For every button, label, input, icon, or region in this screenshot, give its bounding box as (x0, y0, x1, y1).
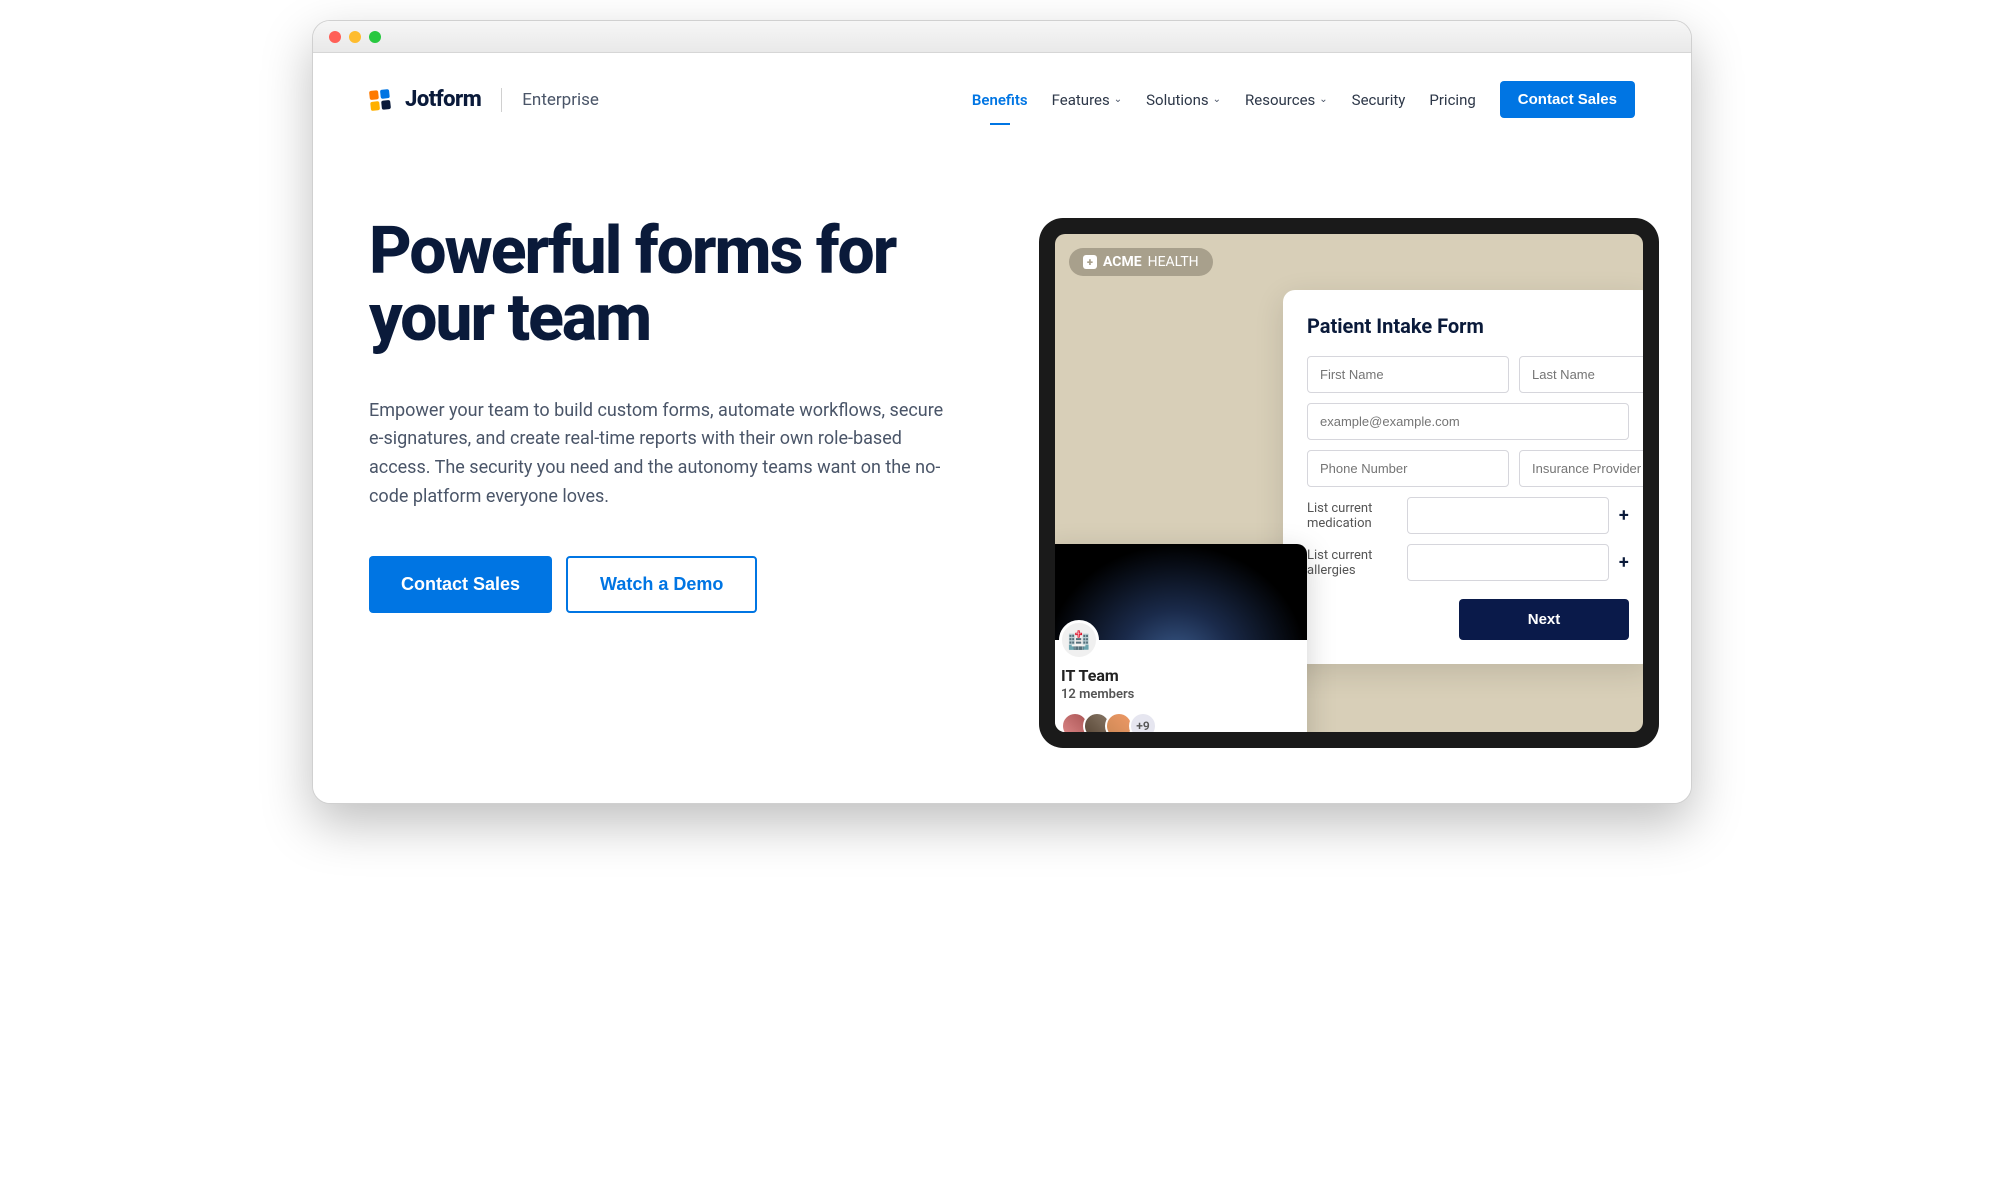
logo-icon (368, 87, 392, 111)
nav-pricing[interactable]: Pricing (1429, 91, 1475, 109)
team-name: IT Team (1061, 666, 1291, 685)
nav-benefits[interactable]: Benefits (972, 91, 1028, 109)
email-field[interactable] (1307, 403, 1629, 440)
insurance-field[interactable] (1519, 450, 1643, 487)
avatar-overflow[interactable]: +9 (1129, 712, 1157, 732)
chevron-down-icon: ⌄ (1213, 94, 1221, 105)
next-button[interactable]: Next (1459, 599, 1629, 640)
watch-demo-button[interactable]: Watch a Demo (566, 556, 757, 613)
hospital-icon: 🏥 (1059, 620, 1099, 660)
brand-sub: Enterprise (522, 90, 599, 110)
allergies-field[interactable] (1407, 544, 1609, 581)
nav-solutions[interactable]: Solutions ⌄ (1146, 91, 1221, 109)
nav-item-label: Solutions (1146, 91, 1209, 109)
page-content: Jotform Enterprise Benefits Features ⌄ S… (313, 53, 1691, 803)
allergies-label: List current allergies (1307, 548, 1397, 578)
team-card[interactable]: 🏥 IT Team 12 members +9 (1055, 544, 1307, 732)
hero-contact-sales-button[interactable]: Contact Sales (369, 556, 552, 613)
hero-section: Powerful forms for your team Empower you… (313, 128, 1691, 613)
acme-badge: + ACME HEALTH (1069, 248, 1213, 276)
team-member-count: 12 members (1061, 687, 1291, 702)
nav-item-label: Pricing (1429, 91, 1475, 109)
nav-resources[interactable]: Resources ⌄ (1245, 91, 1328, 109)
nav-item-label: Benefits (972, 91, 1028, 109)
page-title: Powerful forms for your team (369, 218, 989, 353)
acme-strong: ACME (1103, 254, 1142, 270)
medical-plus-icon: + (1083, 255, 1097, 269)
hero-description: Empower your team to build custom forms,… (369, 397, 959, 512)
chevron-down-icon: ⌄ (1319, 94, 1327, 105)
medication-field[interactable] (1407, 497, 1609, 534)
tablet-screen: + ACME HEALTH Patient Intake Form (1055, 234, 1643, 732)
top-nav: Jotform Enterprise Benefits Features ⌄ S… (313, 53, 1691, 128)
tablet-mockup: + ACME HEALTH Patient Intake Form (1039, 218, 1659, 748)
acme-light: HEALTH (1148, 254, 1199, 270)
add-icon[interactable]: + (1619, 505, 1629, 526)
nav-security[interactable]: Security (1352, 91, 1406, 109)
form-title: Patient Intake Form (1307, 314, 1629, 338)
chevron-down-icon: ⌄ (1114, 94, 1122, 105)
nav-links: Benefits Features ⌄ Solutions ⌄ Resource… (972, 81, 1635, 118)
window-maximize-icon[interactable] (369, 31, 381, 43)
add-icon[interactable]: + (1619, 552, 1629, 573)
hero-copy: Powerful forms for your team Empower you… (369, 218, 989, 613)
patient-form-card: Patient Intake Form (1283, 290, 1643, 664)
brand-divider (501, 88, 502, 112)
last-name-field[interactable] (1519, 356, 1643, 393)
nav-features[interactable]: Features ⌄ (1052, 91, 1122, 109)
medication-label: List current medication (1307, 501, 1397, 531)
hero-buttons: Contact Sales Watch a Demo (369, 556, 989, 613)
browser-window: Jotform Enterprise Benefits Features ⌄ S… (312, 20, 1692, 804)
team-cover-image: 🏥 (1055, 544, 1307, 640)
hero-illustration: + ACME HEALTH Patient Intake Form (1009, 218, 1691, 613)
window-close-icon[interactable] (329, 31, 341, 43)
phone-field[interactable] (1307, 450, 1509, 487)
first-name-field[interactable] (1307, 356, 1509, 393)
nav-item-label: Features (1052, 91, 1110, 109)
nav-item-label: Resources (1245, 91, 1315, 109)
nav-item-label: Security (1352, 91, 1406, 109)
nav-brand[interactable]: Jotform Enterprise (369, 87, 599, 112)
window-titlebar (313, 21, 1691, 53)
brand-name: Jotform (405, 87, 481, 112)
team-avatars: +9 (1061, 712, 1291, 732)
contact-sales-button[interactable]: Contact Sales (1500, 81, 1635, 118)
window-minimize-icon[interactable] (349, 31, 361, 43)
